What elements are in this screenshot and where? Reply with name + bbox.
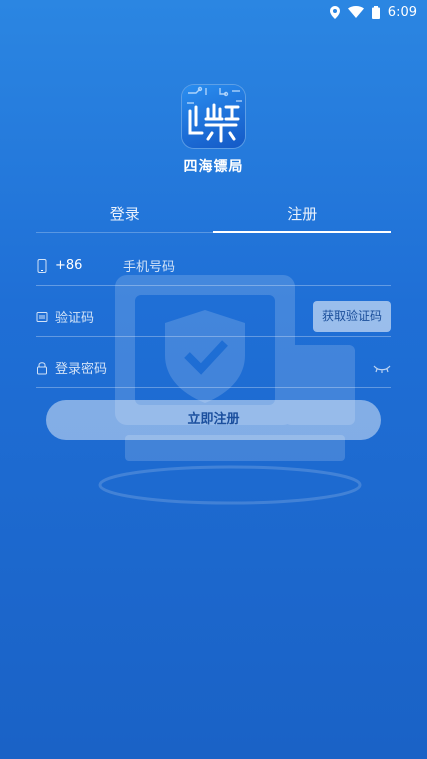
- password-input[interactable]: 登录密码: [55, 358, 391, 377]
- code-input[interactable]: 验证码: [55, 307, 311, 326]
- tab-register[interactable]: 注册: [214, 202, 392, 234]
- status-bar: 6:09: [0, 0, 427, 24]
- country-code[interactable]: +86: [55, 258, 123, 273]
- app-logo: [182, 85, 245, 148]
- phone-input[interactable]: 手机号码: [123, 256, 391, 275]
- eye-closed-icon[interactable]: [373, 363, 391, 378]
- code-icon: [36, 310, 48, 324]
- phone-field[interactable]: +86 手机号码: [36, 246, 391, 286]
- tab-login[interactable]: 登录: [36, 202, 214, 234]
- app-name: 四海镖局: [183, 159, 244, 175]
- battery-icon: [371, 5, 380, 19]
- password-field[interactable]: 登录密码: [36, 348, 391, 388]
- location-icon: [329, 5, 340, 19]
- wifi-icon: [347, 6, 364, 18]
- circuit-logo-icon: [187, 86, 242, 143]
- code-field[interactable]: 验证码: [36, 297, 311, 337]
- auth-tabs: 登录 注册: [36, 202, 391, 234]
- register-button[interactable]: 立即注册: [46, 400, 381, 440]
- lock-icon: [36, 361, 48, 375]
- tab-active-indicator: [213, 231, 391, 233]
- get-code-button[interactable]: 获取验证码: [313, 301, 391, 332]
- status-time: 6:09: [387, 4, 417, 20]
- phone-icon: [36, 258, 48, 273]
